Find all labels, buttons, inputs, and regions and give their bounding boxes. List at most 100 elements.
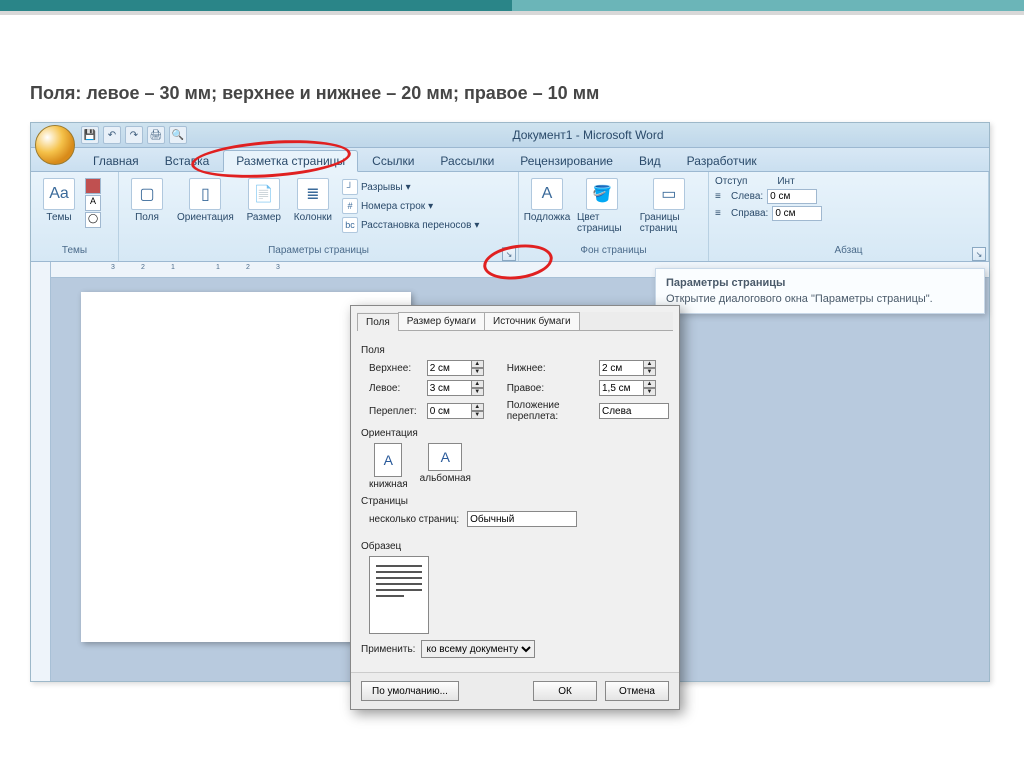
page-setup-tooltip: Параметры страницы Открытие диалогового …: [655, 268, 985, 314]
spacing-heading: Инт: [777, 176, 794, 187]
themes-button[interactable]: Aa Темы: [37, 176, 81, 225]
office-button[interactable]: [35, 125, 75, 165]
qat-preview-icon[interactable]: 🔍: [169, 126, 187, 144]
qat-print-icon[interactable]: 🖨: [147, 126, 165, 144]
quick-access-toolbar: 💾 ↶ ↷ 🖨 🔍: [81, 126, 187, 144]
orientation-label: Ориентация: [177, 212, 234, 223]
portrait-icon: A: [374, 443, 402, 477]
apply-to-select[interactable]: ко всему документу: [421, 640, 535, 658]
right-margin-label: Правое:: [507, 383, 589, 394]
orientation-icon: ▯: [189, 178, 221, 210]
margins-label: Поля: [135, 212, 159, 223]
tab-page-layout[interactable]: Разметка страницы: [223, 150, 358, 172]
defaults-button[interactable]: По умолчанию...: [361, 681, 459, 701]
margins-icon: ▢: [131, 178, 163, 210]
themes-label: Темы: [46, 212, 71, 223]
orientation-landscape[interactable]: A альбомная: [420, 443, 471, 490]
preview-section-label: Образец: [361, 541, 669, 552]
tab-view[interactable]: Вид: [627, 151, 673, 171]
indent-left-input[interactable]: [767, 189, 817, 204]
tooltip-text: Открытие диалогового окна "Параметры стр…: [666, 293, 974, 305]
ribbon-tabs: Главная Вставка Разметка страницы Ссылки…: [31, 148, 989, 172]
left-margin-label: Левое:: [369, 383, 417, 394]
indent-left-label: Слева:: [731, 191, 763, 202]
gutter-pos-label: Положение переплета:: [507, 400, 589, 422]
page-color-button[interactable]: 🪣 Цвет страницы: [573, 176, 632, 236]
size-label: Размер: [247, 212, 281, 223]
size-icon: 📄: [248, 178, 280, 210]
top-margin-label: Верхнее:: [369, 363, 417, 374]
theme-effects-icon[interactable]: ◯: [85, 212, 101, 228]
ribbon: Aa Темы A ◯ Темы ▢ Поля: [31, 172, 989, 262]
indent-right-input[interactable]: [772, 206, 822, 221]
page-color-icon: 🪣: [586, 178, 618, 210]
gutter-label: Переплет:: [369, 406, 417, 417]
tab-review[interactable]: Рецензирование: [508, 151, 625, 171]
apply-to-label: Применить:: [361, 644, 415, 655]
vertical-ruler: [31, 262, 51, 681]
orientation-portrait[interactable]: A книжная: [369, 443, 408, 490]
hyphenation-icon: bc: [342, 217, 358, 233]
page-setup-dialog: Поля Размер бумаги Источник бумаги Поля …: [350, 305, 680, 710]
themes-icon: Aa: [43, 178, 75, 210]
tab-mailings[interactable]: Рассылки: [428, 151, 506, 171]
line-numbers-icon: #: [342, 198, 358, 214]
watermark-button[interactable]: A Подложка: [525, 176, 569, 225]
gutter-pos-select[interactable]: [599, 403, 669, 419]
gutter-input[interactable]: [427, 403, 472, 419]
margins-button[interactable]: ▢ Поля: [125, 176, 169, 225]
indent-heading: Отступ: [715, 176, 747, 187]
spin-up[interactable]: ▲: [472, 360, 484, 368]
watermark-label: Подложка: [524, 212, 571, 223]
tab-developer[interactable]: Разработчик: [675, 151, 769, 171]
qat-redo-icon[interactable]: ↷: [125, 126, 143, 144]
tab-home[interactable]: Главная: [81, 151, 151, 171]
page-setup-dialog-launcher[interactable]: ↘: [502, 247, 516, 261]
page-borders-icon: ▭: [653, 178, 685, 210]
line-numbers-button[interactable]: #Номера строк ▾: [340, 197, 481, 215]
tooltip-title: Параметры страницы: [666, 277, 974, 289]
watermark-icon: A: [531, 178, 563, 210]
dialog-tab-paper[interactable]: Размер бумаги: [398, 312, 485, 330]
page-setup-group-label: Параметры страницы: [125, 245, 512, 259]
spin-down[interactable]: ▼: [472, 368, 484, 376]
right-margin-input[interactable]: [599, 380, 644, 396]
preview-box: [369, 556, 429, 634]
landscape-icon: A: [428, 443, 462, 471]
size-button[interactable]: 📄 Размер: [242, 176, 286, 225]
top-margin-input[interactable]: [427, 360, 472, 376]
theme-colors-icon[interactable]: [85, 178, 101, 194]
qat-undo-icon[interactable]: ↶: [103, 126, 121, 144]
fields-section-label: Поля: [361, 345, 669, 356]
multi-pages-select[interactable]: [467, 511, 577, 527]
columns-button[interactable]: ≣ Колонки: [290, 176, 336, 225]
bottom-margin-label: Нижнее:: [507, 363, 589, 374]
orientation-button[interactable]: ▯ Ориентация: [173, 176, 238, 225]
hyphenation-button[interactable]: bcРасстановка переносов ▾: [340, 216, 481, 234]
titlebar: 💾 ↶ ↷ 🖨 🔍 Документ1 - Microsoft Word: [31, 123, 989, 148]
orientation-section-label: Ориентация: [361, 428, 669, 439]
page-borders-label: Границы страниц: [640, 212, 698, 234]
multi-pages-label: несколько страниц:: [369, 514, 459, 525]
tab-insert[interactable]: Вставка: [153, 151, 222, 171]
paragraph-group-label: Абзац: [715, 245, 982, 259]
breaks-button[interactable]: ┘Разрывы ▾: [340, 178, 481, 196]
tab-references[interactable]: Ссылки: [360, 151, 426, 171]
cancel-button[interactable]: Отмена: [605, 681, 669, 701]
slide-heading: Поля: левое – 30 мм; верхнее и нижнее – …: [30, 83, 994, 104]
themes-group-label: Темы: [37, 245, 112, 259]
dialog-tabs: Поля Размер бумаги Источник бумаги: [357, 312, 673, 331]
qat-save-icon[interactable]: 💾: [81, 126, 99, 144]
theme-fonts-icon[interactable]: A: [85, 195, 101, 211]
pages-section-label: Страницы: [361, 496, 669, 507]
paragraph-dialog-launcher[interactable]: ↘: [972, 247, 986, 261]
left-margin-input[interactable]: [427, 380, 472, 396]
page-background-group-label: Фон страницы: [525, 245, 702, 259]
dialog-tab-source[interactable]: Источник бумаги: [484, 312, 580, 330]
dialog-tab-fields[interactable]: Поля: [357, 313, 399, 331]
window-title: Документ1 - Microsoft Word: [187, 128, 989, 142]
ok-button[interactable]: ОК: [533, 681, 597, 701]
bottom-margin-input[interactable]: [599, 360, 644, 376]
columns-icon: ≣: [297, 178, 329, 210]
page-borders-button[interactable]: ▭ Границы страниц: [636, 176, 702, 236]
